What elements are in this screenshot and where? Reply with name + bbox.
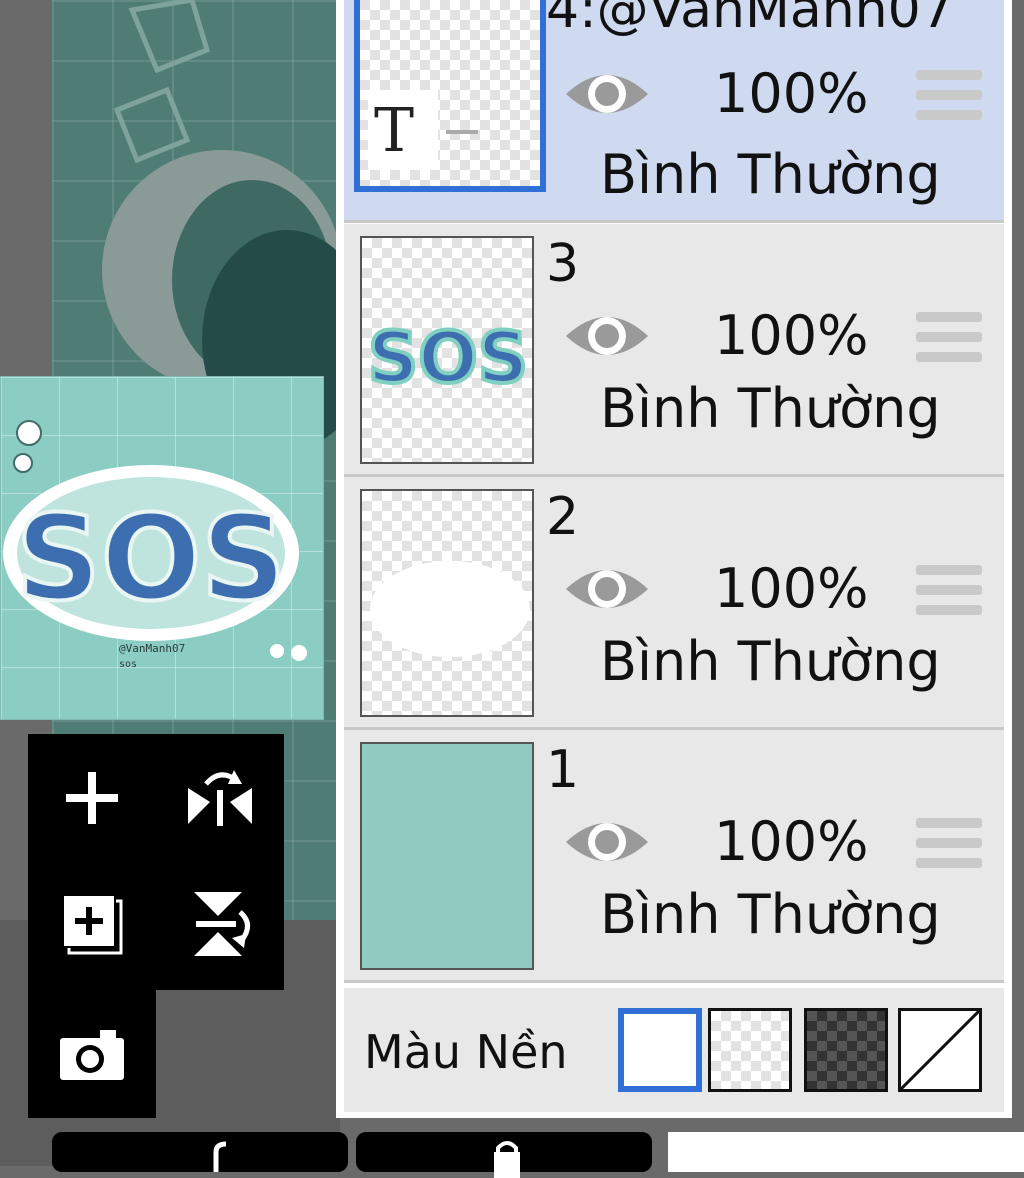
svg-text:@VanManh07: @VanManh07: [119, 642, 185, 655]
add-copy-icon: [62, 894, 123, 955]
layer-thumbnail[interactable]: T: [354, 0, 546, 192]
bottom-tool-button-1[interactable]: [52, 1132, 348, 1172]
layer-row-3[interactable]: SOS 3 100% Bình Thường: [344, 224, 1004, 477]
layer-opacity[interactable]: 100%: [714, 557, 868, 621]
drag-handle-icon[interactable]: [916, 312, 982, 362]
visibility-toggle[interactable]: [562, 64, 652, 124]
blend-mode[interactable]: Bình Thường: [600, 627, 941, 697]
eye-icon: [566, 317, 648, 355]
layer-thumbnail[interactable]: SOS: [360, 236, 534, 464]
drag-handle-icon[interactable]: [916, 565, 982, 615]
layer-name: 3: [546, 234, 580, 294]
background-color-label: Màu Nền: [364, 1025, 568, 1079]
layer-thumbnail[interactable]: [360, 742, 534, 970]
sos-artwork: SOS @VanManh07 sos: [3, 420, 307, 670]
svg-text:SOS: SOS: [368, 317, 528, 399]
canvas-preview[interactable]: SOS @VanManh07 sos: [0, 376, 324, 720]
drag-handle-icon[interactable]: [916, 818, 982, 868]
layer-name: 4:@VanManh07: [546, 0, 954, 40]
layer-opacity[interactable]: 100%: [714, 62, 868, 126]
flip-vertical-icon: [194, 892, 250, 956]
layer-tools: [28, 734, 284, 990]
bg-swatch-dark-checker[interactable]: [804, 1008, 888, 1092]
eye-icon: [566, 823, 648, 861]
layer-opacity[interactable]: 100%: [714, 304, 868, 368]
add-layer-button[interactable]: [52, 758, 132, 838]
layer-tools-camera: [28, 990, 156, 1118]
layer-name: 1: [546, 740, 580, 800]
bottom-panel-edge: [668, 1132, 1024, 1172]
layer-thumbnail[interactable]: [360, 489, 534, 717]
svg-text:sos: sos: [119, 659, 137, 670]
eye-icon: [566, 75, 648, 113]
bg-swatch-light-checker[interactable]: [708, 1008, 792, 1092]
flip-horizontal-icon: [188, 770, 252, 826]
bg-swatch-none[interactable]: [898, 1008, 982, 1092]
layer-opacity[interactable]: 100%: [714, 810, 868, 874]
slash-icon: [899, 1009, 981, 1091]
text-layer-icon: T: [374, 96, 415, 166]
flip-horizontal-button[interactable]: [180, 758, 260, 838]
visibility-toggle[interactable]: [562, 306, 652, 366]
eye-icon: [566, 570, 648, 608]
blend-mode[interactable]: Bình Thường: [600, 374, 941, 444]
sos-thumbnail: SOS: [366, 315, 530, 401]
plus-icon: [66, 772, 118, 824]
bg-swatch-white[interactable]: [618, 1008, 702, 1092]
layer-row-2[interactable]: 2 100% Bình Thường: [344, 477, 1004, 730]
visibility-toggle[interactable]: [562, 812, 652, 872]
blend-mode[interactable]: Bình Thường: [600, 140, 941, 210]
camera-button[interactable]: [52, 1014, 132, 1094]
background-color-bar: Màu Nền: [344, 988, 1004, 1112]
drag-handle-icon[interactable]: [916, 70, 982, 120]
text-preview-line: [446, 130, 478, 134]
layer-name: 2: [546, 487, 580, 547]
flip-vertical-button[interactable]: [180, 884, 260, 964]
visibility-toggle[interactable]: [562, 559, 652, 619]
layer-row-4[interactable]: T 4:@VanManh07 100% Bình Thường: [344, 0, 1004, 223]
bottom-tool-button-2[interactable]: [356, 1132, 652, 1178]
blend-mode[interactable]: Bình Thường: [600, 880, 941, 950]
lock-icon: [494, 1141, 520, 1178]
svg-text:SOS: SOS: [16, 489, 286, 627]
add-layer-copy-button[interactable]: [52, 884, 132, 964]
outline-thumbnail: [370, 561, 530, 657]
layer-panel: T 4:@VanManh07 100% Bình Thường SOS 3 10…: [336, 0, 1012, 1118]
curve-icon: [213, 1141, 227, 1172]
candy-doodle-icon: [113, 0, 211, 164]
camera-icon: [60, 1030, 124, 1080]
layer-row-1[interactable]: 1 100% Bình Thường: [344, 730, 1004, 983]
